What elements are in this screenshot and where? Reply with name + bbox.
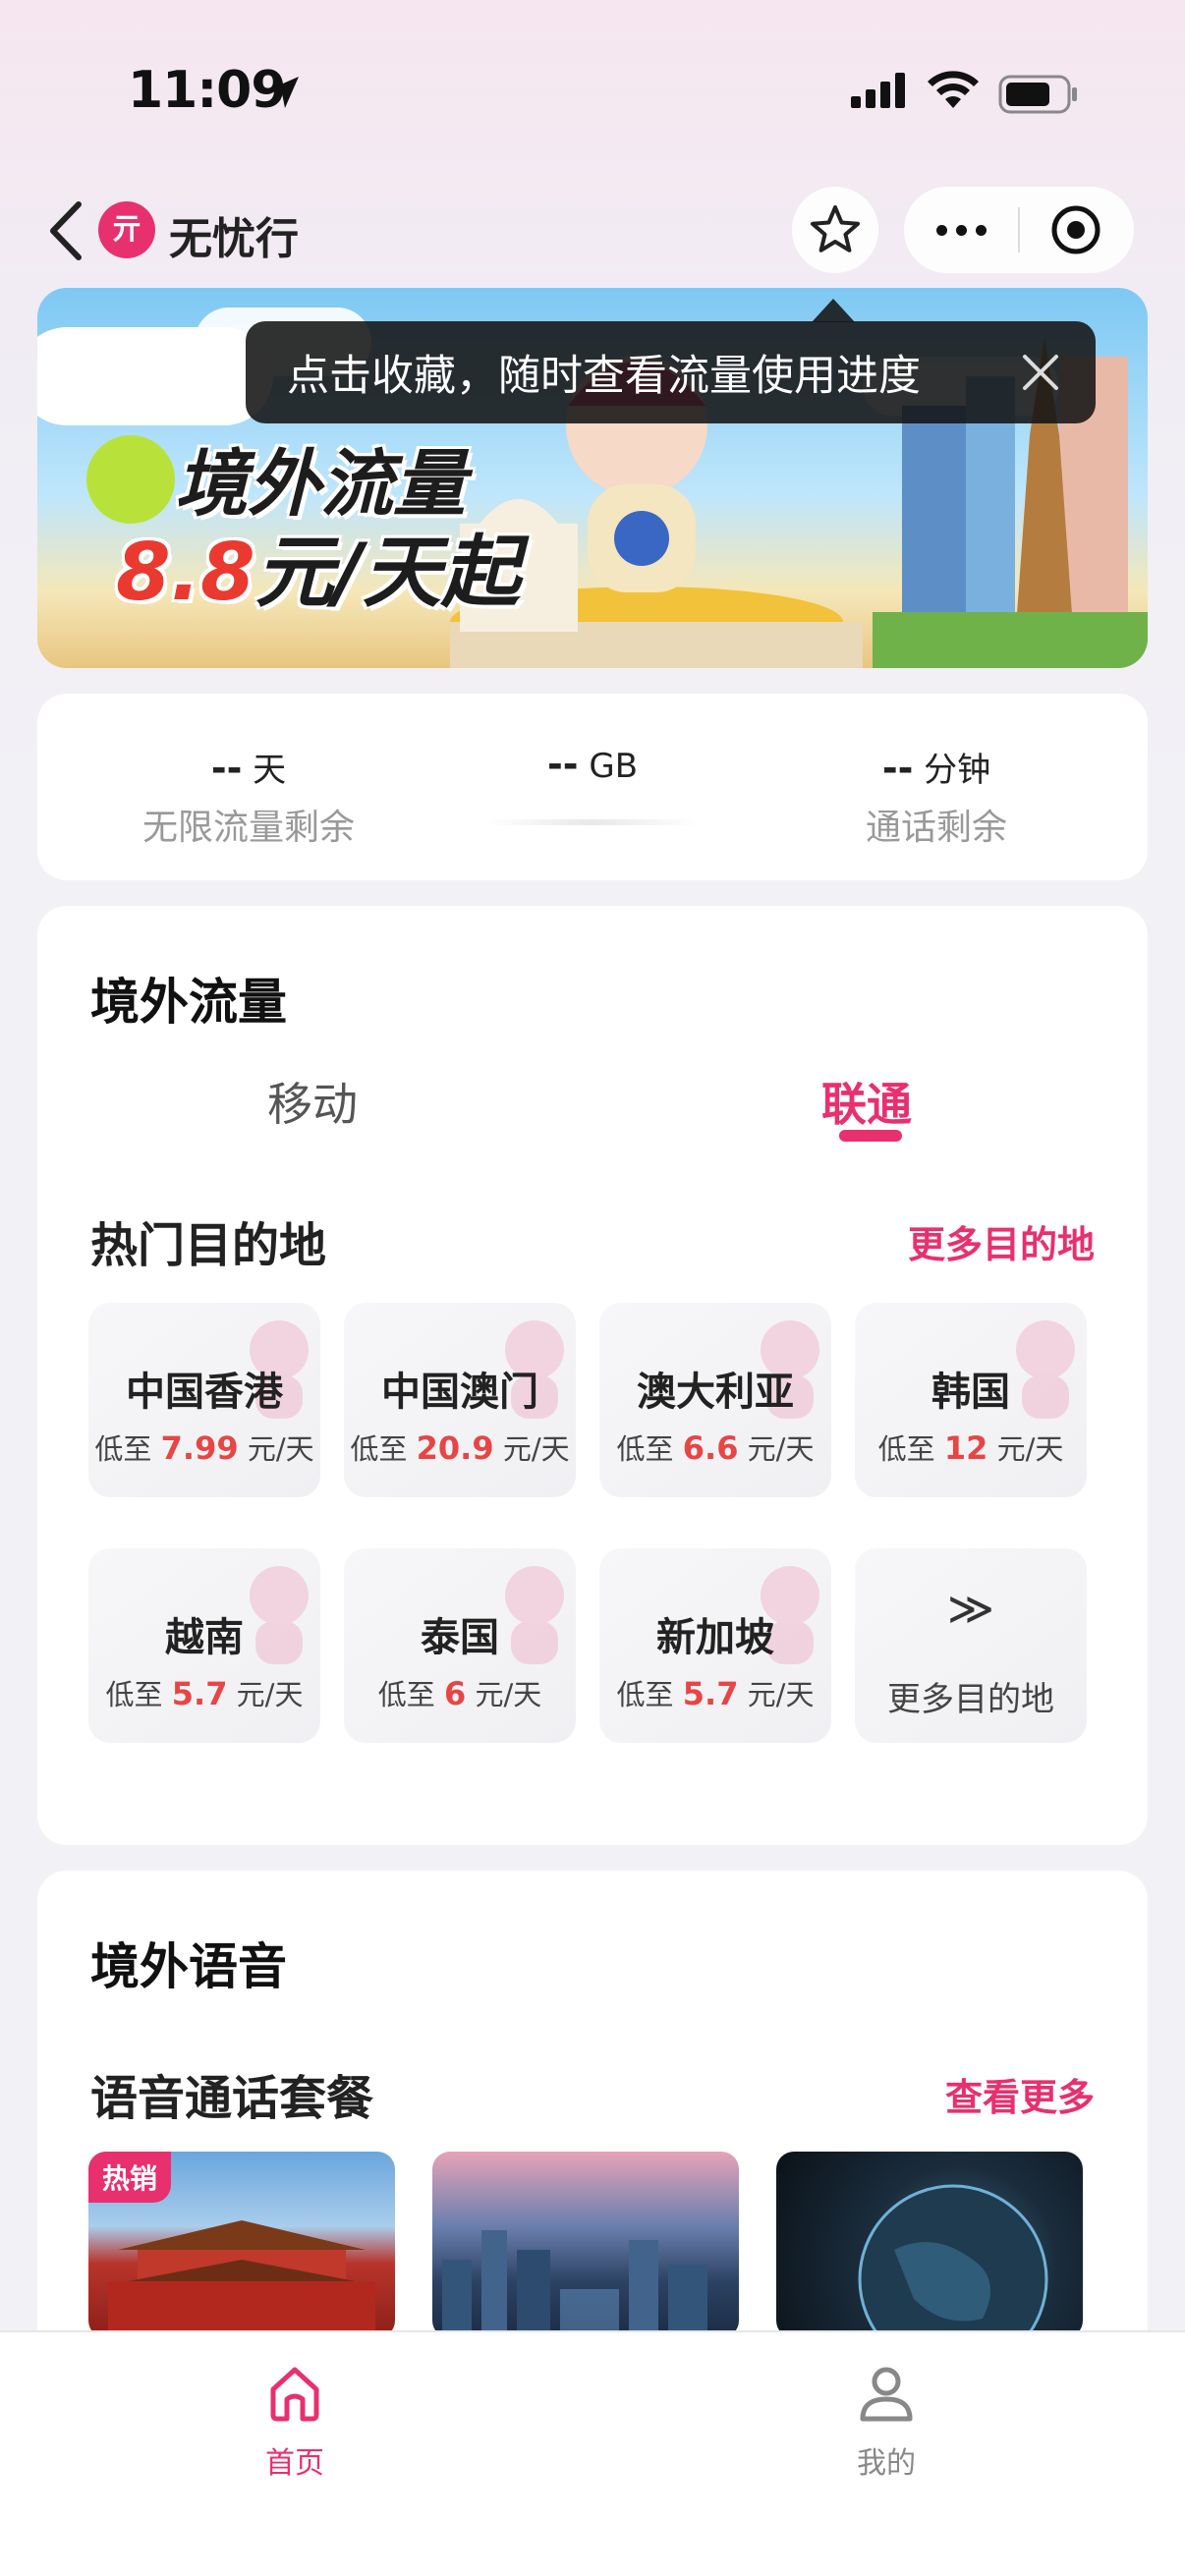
tab-mobile[interactable]: 移动 bbox=[267, 1069, 358, 1134]
double-chevron-icon: ≫ bbox=[946, 1582, 995, 1635]
voice-subtitle: 语音通话套餐 bbox=[90, 2071, 374, 2126]
destination-card[interactable]: 中国香港低至 7.99 元/天 bbox=[88, 1303, 320, 1497]
stat-value: -- bbox=[546, 743, 579, 786]
close-miniapp-button[interactable] bbox=[1020, 202, 1132, 257]
destination-price: 低至 6 元/天 bbox=[377, 1675, 542, 1712]
favorite-tooltip: 点击收藏，随时查看流量使用进度 bbox=[246, 321, 1096, 423]
banner-price-line: 8.8元/天起 bbox=[116, 509, 520, 623]
section-title: 境外流量 bbox=[90, 974, 287, 1031]
destination-name: 新加坡 bbox=[656, 1615, 774, 1660]
destination-price: 低至 5.7 元/天 bbox=[616, 1675, 815, 1712]
stat-data-gb: -- GB bbox=[430, 743, 755, 834]
stat-unit: GB bbox=[589, 747, 639, 786]
stat-unit: 天 bbox=[253, 751, 287, 790]
destination-card[interactable]: 新加坡低至 5.7 元/天 bbox=[599, 1548, 831, 1743]
location-arrow-icon bbox=[267, 77, 299, 108]
destination-price: 低至 5.7 元/天 bbox=[105, 1675, 304, 1712]
voice-plan-thumbnail[interactable] bbox=[432, 2152, 739, 2338]
app-logo: 亓 bbox=[98, 201, 155, 258]
usage-stats-card: -- 天 无限流量剩余 -- GB -- 分钟 通话剩余 bbox=[37, 694, 1148, 880]
data-plan-card: 境外流量 移动 联通 热门目的地 更多目的地 中国香港 低至 7.99 元/天 中国… bbox=[37, 906, 1148, 1845]
destination-card[interactable]: 中国澳门低至 20.9 元/天 bbox=[344, 1303, 576, 1497]
destination-card[interactable]: 澳大利亚低至 6.6 元/天 bbox=[599, 1303, 831, 1497]
destination-price: 低至 6.6 元/天 bbox=[616, 1429, 815, 1467]
tab-unicom[interactable]: 联通 bbox=[821, 1069, 912, 1134]
close-icon[interactable] bbox=[1017, 349, 1064, 396]
tab-label: 首页 bbox=[265, 2446, 324, 2481]
destination-name: 澳大利亚 bbox=[637, 1370, 794, 1415]
more-dots-icon bbox=[935, 224, 947, 236]
stat-label: 通话剩余 bbox=[865, 808, 1007, 848]
destination-name: 中国香港 bbox=[126, 1370, 283, 1415]
voice-plan-thumbnail[interactable]: 热销 bbox=[88, 2152, 395, 2338]
section-title: 境外语音 bbox=[90, 1938, 287, 1995]
tooltip-text: 点击收藏，随时查看流量使用进度 bbox=[287, 352, 921, 401]
target-icon bbox=[1051, 205, 1100, 254]
status-bar: 11:09 bbox=[0, 0, 1185, 187]
miniapp-capsule bbox=[904, 187, 1134, 273]
tab-label: 我的 bbox=[857, 2446, 916, 2481]
stat-value: -- bbox=[210, 747, 243, 790]
app-title: 无忧行 bbox=[169, 214, 299, 264]
banner-price-suffix: 元/天起 bbox=[254, 527, 520, 618]
more-destinations-label: 更多目的地 bbox=[887, 1680, 1054, 1719]
banner-price: 8.8 bbox=[116, 527, 255, 618]
voice-plan-thumbnail[interactable] bbox=[776, 2152, 1083, 2338]
more-menu-button[interactable] bbox=[904, 224, 1018, 236]
stat-unlimited-days: -- 天 无限流量剩余 bbox=[86, 743, 411, 850]
destination-name: 韩国 bbox=[931, 1370, 1010, 1415]
favorite-button[interactable] bbox=[792, 187, 878, 273]
voice-plan-card: 境外语音 语音通话套餐 查看更多 热销 bbox=[37, 1871, 1148, 2381]
home-icon bbox=[270, 2367, 319, 2422]
destination-name: 越南 bbox=[165, 1615, 244, 1660]
destination-card[interactable]: 韩国低至 12 元/天 bbox=[855, 1303, 1087, 1497]
back-icon[interactable] bbox=[43, 196, 92, 265]
stat-label bbox=[430, 794, 755, 834]
bottom-tab-bar: 首页 我的 bbox=[0, 2330, 1185, 2576]
active-tab-indicator bbox=[839, 1130, 902, 1142]
more-destinations-card[interactable]: ≫ 更多目的地 bbox=[855, 1548, 1087, 1743]
stat-label: 无限流量剩余 bbox=[141, 808, 355, 848]
hot-sale-badge: 热销 bbox=[88, 2152, 172, 2203]
destination-card[interactable]: 越南低至 5.7 元/天 bbox=[88, 1548, 320, 1743]
palace-illustration bbox=[108, 2220, 375, 2338]
status-time: 11:09 bbox=[128, 61, 287, 120]
view-more-link[interactable]: 查看更多 bbox=[945, 2067, 1095, 2121]
battery-icon bbox=[998, 75, 1077, 114]
stat-value: -- bbox=[881, 747, 914, 790]
wifi-icon bbox=[928, 71, 979, 108]
destination-card[interactable]: 泰国低至 6 元/天 bbox=[344, 1548, 576, 1743]
stat-unit: 分钟 bbox=[924, 751, 991, 790]
hot-destinations-title: 热门目的地 bbox=[90, 1218, 327, 1273]
globe-illustration bbox=[858, 2184, 1048, 2338]
stat-call-minutes: -- 分钟 通话剩余 bbox=[774, 743, 1099, 850]
tab-home[interactable]: 首页 bbox=[197, 2362, 393, 2482]
destination-price: 低至 7.99 元/天 bbox=[94, 1429, 314, 1467]
star-icon bbox=[811, 205, 860, 252]
tab-profile[interactable]: 我的 bbox=[788, 2362, 985, 2482]
tooltip-arrow bbox=[812, 299, 855, 322]
cellular-signal-icon bbox=[851, 73, 905, 108]
destination-price: 低至 12 元/天 bbox=[877, 1429, 1064, 1467]
destination-name: 中国澳门 bbox=[381, 1370, 538, 1415]
city-night-illustration bbox=[442, 2230, 707, 2338]
more-destinations-link[interactable]: 更多目的地 bbox=[908, 1214, 1095, 1268]
profile-icon bbox=[860, 2367, 913, 2422]
destination-price: 低至 20.9 元/天 bbox=[350, 1429, 570, 1467]
destination-name: 泰国 bbox=[421, 1615, 499, 1660]
